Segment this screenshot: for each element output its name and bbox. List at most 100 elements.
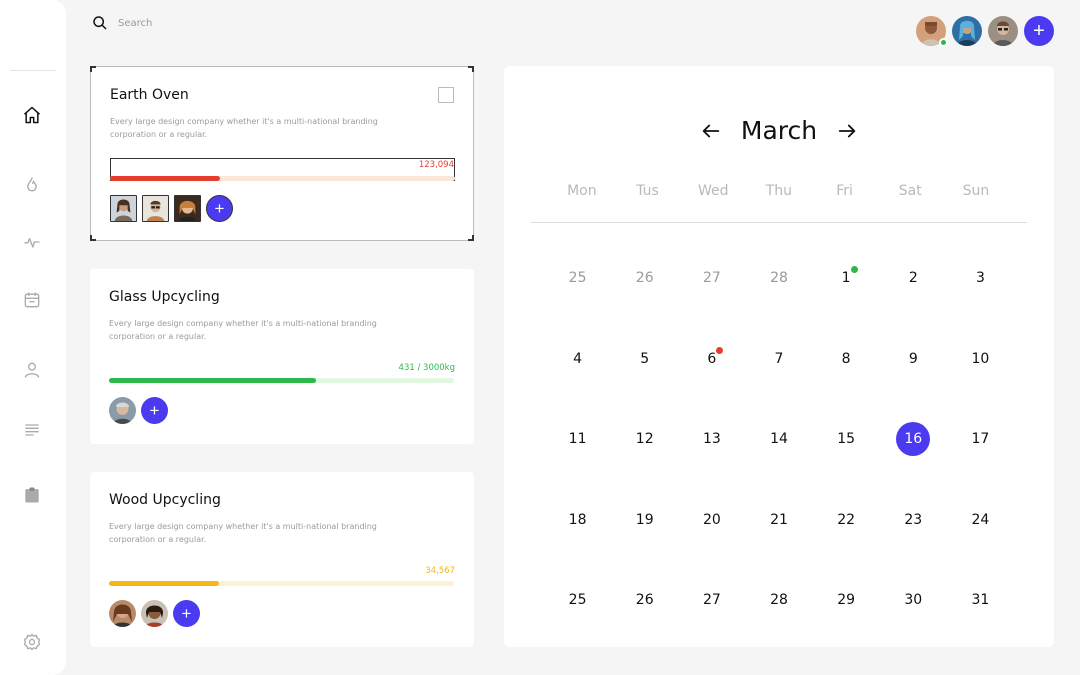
avatar-user-1[interactable] <box>916 16 948 47</box>
selection-corner <box>468 66 474 72</box>
calendar-day[interactable]: 28 <box>745 238 812 319</box>
progress-bar <box>110 176 455 181</box>
calendar-day[interactable]: 11 <box>544 399 611 480</box>
calendar-day[interactable]: 6 <box>678 319 745 400</box>
selection-corner <box>468 235 474 241</box>
calendar-day[interactable]: 3 <box>947 238 1014 319</box>
member-avatar[interactable] <box>141 600 168 627</box>
calendar-day[interactable]: 2 <box>880 238 947 319</box>
calendar-week-row: 11 12 13 14 15 16 17 <box>544 399 1014 480</box>
calendar-day-number: 24 <box>971 511 990 528</box>
calendar-day[interactable]: 4 <box>544 319 611 400</box>
calendar-day[interactable]: 1 <box>813 238 880 319</box>
progress-bar <box>109 581 454 586</box>
member-avatar[interactable] <box>109 397 136 424</box>
user-icon[interactable] <box>20 358 44 382</box>
calendar-grid: 25 26 27 28 1 2 3 4 5 6 7 8 9 10 11 12 13 14 15 16 17 18 19 20 2… <box>544 238 1014 641</box>
calendar-day[interactable]: 10 <box>947 319 1014 400</box>
list-icon[interactable] <box>20 418 44 442</box>
calendar-day[interactable]: 20 <box>678 480 745 561</box>
calendar-day[interactable]: 22 <box>813 480 880 561</box>
calendar-day[interactable]: 25 <box>544 560 611 641</box>
calendar-day[interactable]: 24 <box>947 480 1014 561</box>
calendar-week-row: 18 19 20 21 22 23 24 <box>544 480 1014 561</box>
weekday-label: Mon <box>567 183 597 199</box>
calendar-day[interactable]: 27 <box>678 238 745 319</box>
calendar-day[interactable]: 17 <box>947 399 1014 480</box>
calendar-day[interactable]: 31 <box>947 560 1014 641</box>
card-checkbox[interactable] <box>438 87 454 103</box>
add-member-button[interactable]: + <box>206 195 233 222</box>
card-title: Earth Oven <box>110 87 189 103</box>
project-card-glass-upcycling[interactable]: Glass Upcycling Every large design compa… <box>90 269 474 444</box>
calendar-day-number: 11 <box>568 431 587 448</box>
member-avatar[interactable] <box>174 195 201 222</box>
activity-icon[interactable] <box>20 230 44 254</box>
search-icon[interactable] <box>92 15 108 31</box>
calendar-day[interactable]: 28 <box>745 560 812 641</box>
card-description: Every large design company whether it's … <box>110 117 378 139</box>
calendar-header: March <box>504 116 1054 145</box>
settings-icon[interactable] <box>20 630 44 654</box>
calendar-day[interactable]: 9 <box>880 319 947 400</box>
calendar-day[interactable]: 21 <box>745 480 812 561</box>
flame-icon[interactable] <box>20 173 44 197</box>
calendar-day-number: 25 <box>568 270 587 287</box>
calendar-day[interactable]: 27 <box>678 560 745 641</box>
weekday-header: Mon Tus Wed Thu Fri Sat Sun <box>549 183 1009 199</box>
calendar-day[interactable]: 5 <box>611 319 678 400</box>
progress-value: 123,094 <box>418 160 454 170</box>
home-icon[interactable] <box>20 103 44 127</box>
calendar-day[interactable]: 23 <box>880 480 947 561</box>
calendar-day[interactable]: 8 <box>813 319 880 400</box>
project-card-earth-oven[interactable]: Earth Oven Every large design company wh… <box>90 66 474 241</box>
member-avatar[interactable] <box>110 195 137 222</box>
member-avatar[interactable] <box>142 195 169 222</box>
calendar-day[interactable]: 7 <box>745 319 812 400</box>
top-avatars: + <box>916 16 1054 47</box>
calendar-day[interactable]: 30 <box>880 560 947 641</box>
weekday-label: Wed <box>697 183 729 199</box>
avatar-user-2[interactable] <box>952 16 982 46</box>
calendar-day-number: 16 <box>896 422 931 457</box>
calendar-day-number: 20 <box>702 511 721 528</box>
calendar-day-number: 4 <box>573 350 583 367</box>
calendar-day[interactable]: 15 <box>813 399 880 480</box>
project-card-wood-upcycling[interactable]: Wood Upcycling Every large design compan… <box>90 472 474 647</box>
calendar-day[interactable]: 29 <box>813 560 880 641</box>
progress-bar-fill <box>109 378 316 383</box>
previous-month-arrow-icon[interactable] <box>699 119 723 143</box>
calendar-day[interactable]: 14 <box>745 399 812 480</box>
add-user-button[interactable]: + <box>1024 16 1054 46</box>
calendar-day-number: 10 <box>971 350 990 367</box>
calendar-week-row: 4 5 6 7 8 9 10 <box>544 319 1014 400</box>
add-member-button[interactable]: + <box>141 397 168 424</box>
calendar-day[interactable]: 18 <box>544 480 611 561</box>
calendar-day-number: 6 <box>707 350 717 367</box>
member-avatars: + <box>109 397 168 424</box>
avatar-user-3[interactable] <box>988 16 1018 46</box>
calendar-day[interactable]: 19 <box>611 480 678 561</box>
calendar-day[interactable]: 16 <box>880 399 947 480</box>
calendar-day[interactable]: 12 <box>611 399 678 480</box>
calendar-day[interactable]: 25 <box>544 238 611 319</box>
calendar-day-number: 19 <box>635 511 654 528</box>
search-bar <box>92 15 258 31</box>
clipboard-icon[interactable] <box>20 483 44 507</box>
calendar-day[interactable]: 13 <box>678 399 745 480</box>
search-input[interactable] <box>118 17 258 29</box>
online-status-dot <box>939 38 948 47</box>
calendar-week-row: 25 26 27 28 29 30 31 <box>544 560 1014 641</box>
calendar-day[interactable]: 26 <box>611 560 678 641</box>
calendar-day-number: 26 <box>635 592 654 609</box>
calendar-day-number: 14 <box>770 431 788 448</box>
card-title: Glass Upcycling <box>109 289 220 305</box>
add-member-button[interactable]: + <box>173 600 200 627</box>
calendar-icon[interactable] <box>20 288 44 312</box>
calendar-day[interactable]: 26 <box>611 238 678 319</box>
calendar-day-number: 2 <box>908 270 918 287</box>
calendar-day-number: 22 <box>837 511 856 528</box>
member-avatar[interactable] <box>109 600 136 627</box>
calendar-day-number: 28 <box>770 270 788 287</box>
next-month-arrow-icon[interactable] <box>835 119 859 143</box>
